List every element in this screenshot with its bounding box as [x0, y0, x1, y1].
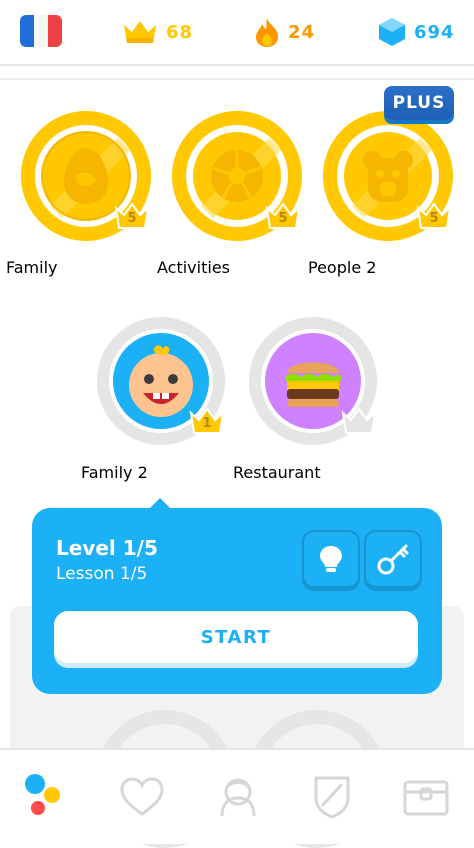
header-divider-secondary: [0, 78, 474, 80]
skill-restaurant[interactable]: [247, 315, 379, 447]
baby-face-icon: [129, 345, 193, 417]
crown-icon: [124, 21, 156, 43]
nav-shop[interactable]: [398, 772, 454, 822]
start-button[interactable]: START: [54, 611, 418, 663]
popup-lesson-subtitle: Lesson 1/5: [56, 564, 148, 584]
lightbulb-icon: [320, 546, 342, 572]
crown-level: 5: [127, 211, 137, 226]
skill-family[interactable]: 5: [20, 110, 152, 242]
plus-badge[interactable]: PLUS: [384, 86, 454, 120]
crowns-counter[interactable]: 68: [122, 16, 193, 48]
profile-icon: [220, 778, 256, 817]
crown-badge-empty: [341, 407, 377, 435]
crown-level: 5: [429, 211, 439, 226]
header-divider: [0, 64, 474, 66]
gems-count: 694: [414, 21, 455, 43]
bottom-navigation: [0, 748, 474, 844]
key-icon: [377, 544, 409, 575]
nav-profile[interactable]: [210, 772, 266, 822]
shield-icon: [314, 776, 350, 819]
skill-label-activities: Activities: [157, 258, 230, 277]
crown-badge: 5: [265, 202, 301, 230]
learn-icon: [25, 774, 60, 815]
top-status-bar: 68 24 694: [0, 0, 474, 64]
crown-level: 5: [278, 211, 288, 226]
gems-counter[interactable]: 694: [378, 16, 455, 48]
skill-family-2[interactable]: 1: [95, 315, 227, 447]
crown-badge: 5: [114, 202, 150, 230]
streak-counter[interactable]: 24: [254, 16, 315, 48]
nav-health[interactable]: [114, 772, 170, 822]
nav-leagues[interactable]: [304, 772, 360, 822]
gem-icon: [379, 18, 405, 46]
crown-badge: 1: [189, 407, 225, 435]
crowns-count: 68: [166, 21, 194, 43]
skill-label-family: Family: [6, 258, 58, 277]
skill-popup: Level 1/5 Lesson 1/5 START: [32, 508, 442, 694]
crown-level: 1: [202, 416, 212, 431]
burger-icon: [285, 362, 341, 407]
bear-icon: [363, 151, 413, 202]
tips-button[interactable]: [302, 530, 360, 588]
crown-outline-icon: [341, 407, 377, 434]
popup-level-title: Level 1/5: [56, 536, 158, 560]
skill-label-people-2: People 2: [308, 258, 377, 277]
soccer-ball-icon: [211, 150, 263, 202]
flame-icon: [256, 18, 278, 47]
nav-learn[interactable]: [16, 772, 72, 822]
test-out-button[interactable]: [364, 530, 422, 588]
streak-count: 24: [288, 21, 316, 43]
skill-label-restaurant: Restaurant: [233, 463, 321, 482]
skill-people-2[interactable]: 5: [322, 110, 454, 242]
skill-activities[interactable]: 5: [171, 110, 303, 242]
egg-icon: [64, 148, 108, 204]
french-flag-icon[interactable]: [20, 15, 62, 47]
chest-icon: [403, 780, 449, 816]
heart-icon: [120, 777, 164, 816]
skill-label-family-2: Family 2: [81, 463, 148, 482]
crown-badge: 5: [416, 202, 452, 230]
